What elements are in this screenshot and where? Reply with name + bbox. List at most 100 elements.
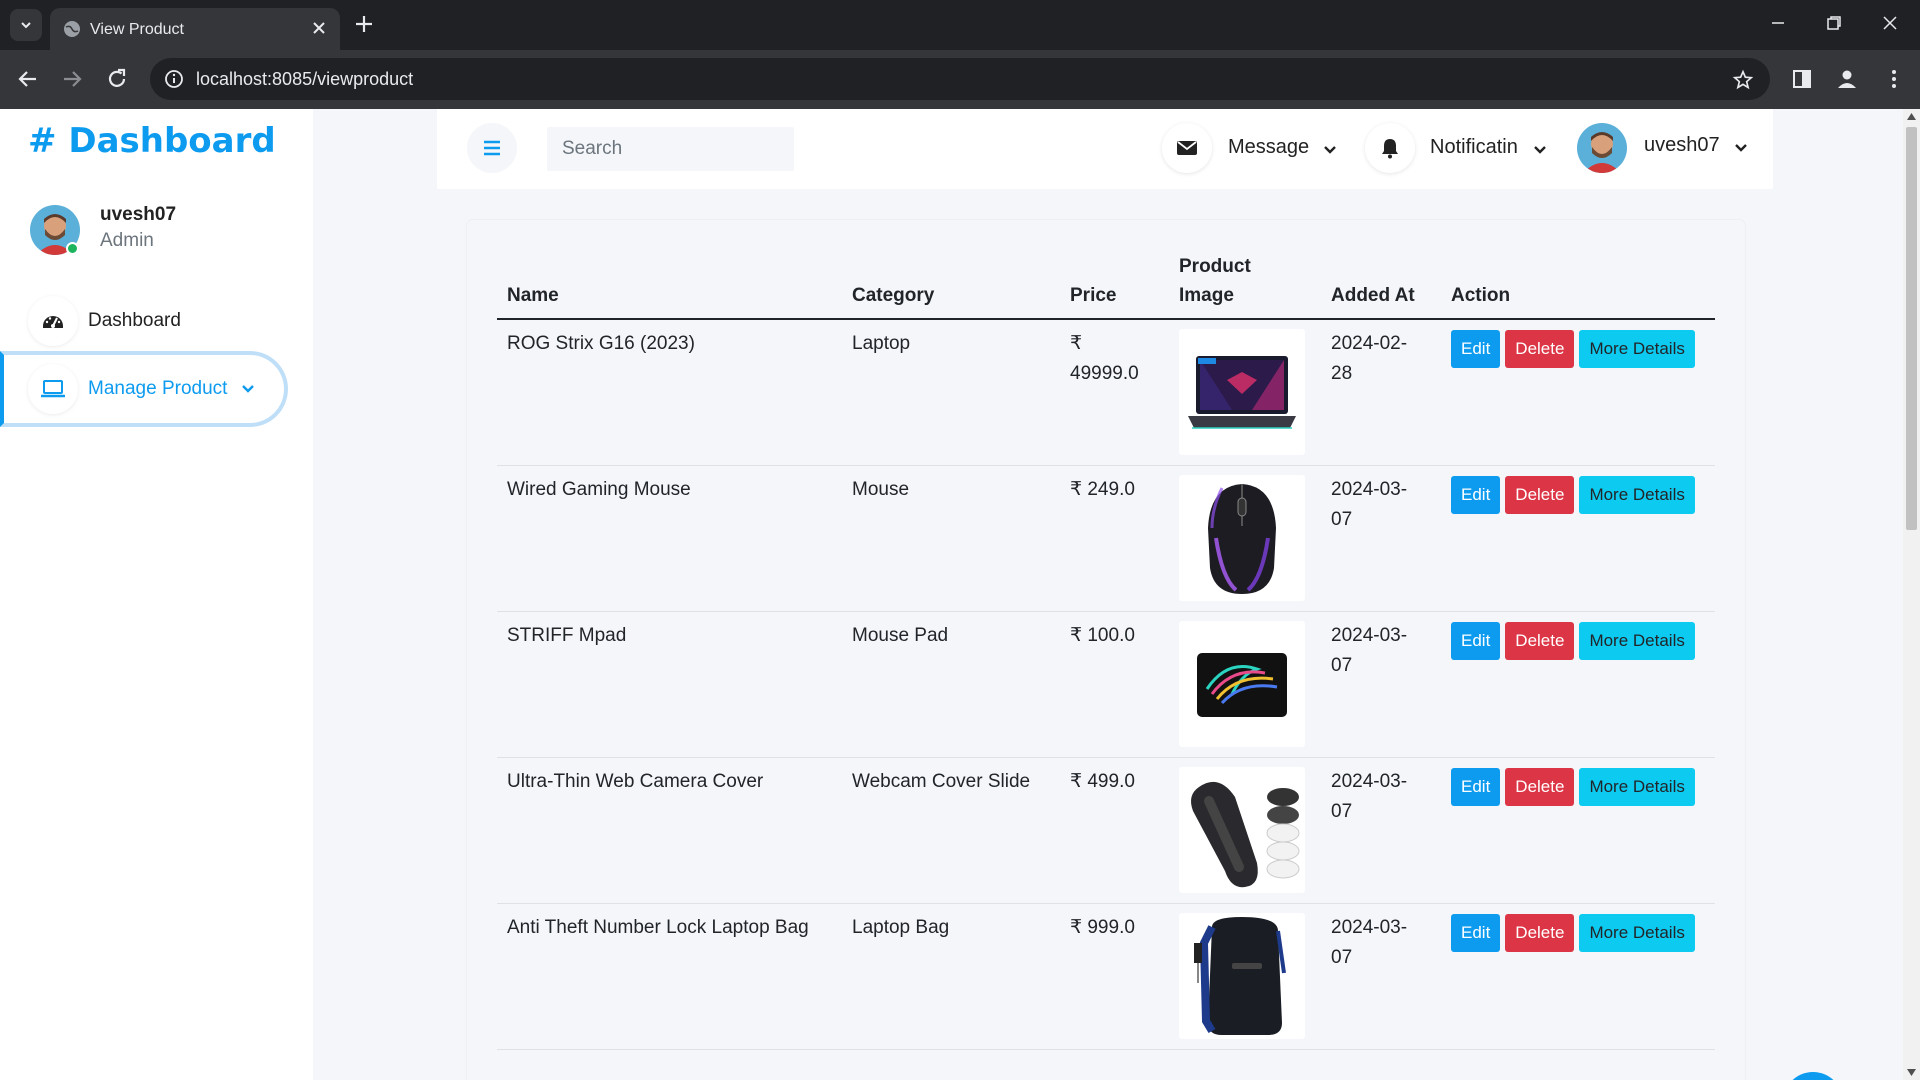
scrollbar-thumb[interactable] xyxy=(1906,127,1917,530)
window-close-icon[interactable] xyxy=(1880,13,1900,33)
more-details-button[interactable]: More Details xyxy=(1579,330,1695,368)
laptop-icon xyxy=(28,364,78,414)
browser-toolbar: localhost:8085/viewproduct xyxy=(0,50,1920,109)
notification-dropdown-label[interactable]: Notificatin xyxy=(1430,136,1518,159)
page-scrollbar[interactable] xyxy=(1903,109,1920,1080)
product-actions: Edit Delete More Details xyxy=(1441,757,1715,904)
scroll-to-top-button[interactable] xyxy=(1783,1072,1843,1080)
product-price: ₹ 249.0 xyxy=(1060,465,1169,612)
more-details-button[interactable]: More Details xyxy=(1579,767,1695,806)
webcam-cover-image xyxy=(1179,766,1305,893)
product-added-at: 2024-03-07 xyxy=(1321,903,1441,1050)
edit-button[interactable]: Edit xyxy=(1451,475,1501,514)
product-category: Webcam Cover Slide xyxy=(842,757,1060,904)
product-category: Laptop Bag xyxy=(842,903,1060,1050)
scroll-down-arrow-icon[interactable] xyxy=(1907,1069,1916,1076)
side-panel-icon[interactable] xyxy=(1790,67,1814,91)
product-added-at: 2024-02-28 xyxy=(1321,319,1441,466)
scroll-up-arrow-icon[interactable] xyxy=(1907,113,1916,120)
product-table: Name Category Price Product Image Added … xyxy=(497,244,1715,1050)
product-price: ₹ 999.0 xyxy=(1060,903,1169,1050)
edit-button[interactable]: Edit xyxy=(1451,330,1501,368)
product-image-cell xyxy=(1169,757,1321,904)
speedometer-icon xyxy=(28,296,78,346)
brand-logo[interactable]: # Dashboard xyxy=(28,121,276,161)
column-header-category: Category xyxy=(842,244,1060,320)
chevron-down-icon[interactable] xyxy=(1533,143,1547,157)
edit-button[interactable]: Edit xyxy=(1451,621,1501,660)
product-table-card: Name Category Price Product Image Added … xyxy=(467,220,1745,1080)
edit-button[interactable]: Edit xyxy=(1451,767,1501,806)
column-header-price: Price xyxy=(1060,244,1169,320)
product-image-cell xyxy=(1169,465,1321,612)
sidebar-toggle-button[interactable] xyxy=(467,123,517,173)
edit-button[interactable]: Edit xyxy=(1451,913,1501,952)
kebab-menu-icon[interactable] xyxy=(1882,67,1906,91)
hamburger-menu-icon xyxy=(484,140,500,156)
browser-tab[interactable]: View Product xyxy=(50,8,340,50)
restore-icon[interactable] xyxy=(1824,13,1844,33)
chevron-down-icon[interactable] xyxy=(1323,143,1337,157)
close-icon[interactable] xyxy=(310,19,328,37)
search-input[interactable] xyxy=(547,127,794,171)
brand-title: Dashboard xyxy=(68,121,276,161)
sidebar-item-label: Manage Product xyxy=(88,378,228,399)
top-navbar: Message Notificatin uvesh07 xyxy=(437,109,1773,189)
column-header-added-at: Added At xyxy=(1321,244,1441,320)
profile-icon[interactable] xyxy=(1835,67,1859,91)
new-tab-plus-icon[interactable] xyxy=(352,12,376,36)
browser-tab-bar: View Product xyxy=(0,0,1920,50)
envelope-icon xyxy=(1177,141,1197,155)
delete-button[interactable]: Delete xyxy=(1505,767,1575,806)
product-added-at: 2024-03-07 xyxy=(1321,465,1441,612)
tab-search-button[interactable] xyxy=(10,9,42,41)
product-actions: Edit Delete More Details xyxy=(1441,465,1715,612)
delete-button[interactable]: Delete xyxy=(1505,621,1575,660)
delete-button[interactable]: Delete xyxy=(1505,475,1575,514)
hash-icon: # xyxy=(28,121,57,161)
product-added-at: 2024-03-07 xyxy=(1321,757,1441,904)
more-details-button[interactable]: More Details xyxy=(1579,475,1695,514)
reload-icon[interactable] xyxy=(105,67,129,91)
product-name: STRIFF Mpad xyxy=(497,611,842,758)
product-category: Laptop xyxy=(842,319,1060,466)
product-name: Anti Theft Number Lock Laptop Bag xyxy=(497,903,842,1050)
product-actions: Edit Delete More Details xyxy=(1441,903,1715,1050)
message-dropdown-label[interactable]: Message xyxy=(1228,136,1309,159)
forward-arrow-icon[interactable] xyxy=(60,67,84,91)
column-header-action: Action xyxy=(1441,244,1715,320)
notification-button[interactable] xyxy=(1365,123,1415,173)
back-arrow-icon[interactable] xyxy=(16,67,40,91)
table-row: Ultra-Thin Web Camera Cover Webcam Cover… xyxy=(497,757,1715,904)
sidebar-item-dashboard[interactable]: Dashboard xyxy=(0,284,288,358)
product-actions: Edit Delete More Details xyxy=(1441,611,1715,758)
sidebar-user-role: Admin xyxy=(100,230,154,251)
chevron-down-icon xyxy=(242,385,255,393)
product-category: Mouse xyxy=(842,465,1060,612)
globe-icon xyxy=(64,21,80,37)
sidebar-item-manage-product[interactable]: Manage Product xyxy=(0,351,288,427)
table-row: Anti Theft Number Lock Laptop Bag Laptop… xyxy=(497,903,1715,1050)
delete-button[interactable]: Delete xyxy=(1505,913,1575,952)
address-bar[interactable]: localhost:8085/viewproduct xyxy=(150,58,1770,100)
minimize-icon[interactable] xyxy=(1768,13,1788,33)
user-dropdown-label[interactable]: uvesh07 xyxy=(1644,134,1720,157)
product-added-at: 2024-03-07 xyxy=(1321,611,1441,758)
table-row: Wired Gaming Mouse Mouse ₹ 249.0 2024-03… xyxy=(497,465,1715,612)
product-name: Ultra-Thin Web Camera Cover xyxy=(497,757,842,904)
message-button[interactable] xyxy=(1162,123,1212,173)
product-price: ₹ 100.0 xyxy=(1060,611,1169,758)
product-actions: Edit Delete More Details xyxy=(1441,319,1715,466)
online-status-dot xyxy=(66,242,79,255)
product-category: Mouse Pad xyxy=(842,611,1060,758)
product-image-cell xyxy=(1169,319,1321,466)
user-avatar[interactable] xyxy=(1577,123,1627,173)
more-details-button[interactable]: More Details xyxy=(1579,621,1695,660)
chevron-down-icon[interactable] xyxy=(1734,141,1748,155)
site-info-icon[interactable] xyxy=(164,69,184,89)
more-details-button[interactable]: More Details xyxy=(1579,913,1695,952)
column-header-product-image: Product Image xyxy=(1169,244,1321,320)
bookmark-star-icon[interactable] xyxy=(1732,69,1754,91)
column-header-name: Name xyxy=(497,244,842,320)
delete-button[interactable]: Delete xyxy=(1505,330,1575,368)
